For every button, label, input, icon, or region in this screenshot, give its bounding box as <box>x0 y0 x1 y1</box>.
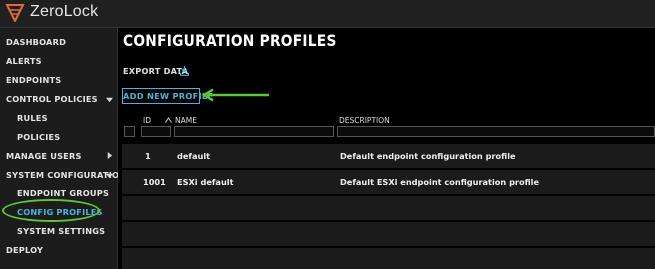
annotation-highlight-ellipse <box>2 199 100 222</box>
sidebar: DASHBOARD ALERTS ENDPOINTS CONTROL POLIC… <box>0 28 126 269</box>
page-title: CONFIGURATION PROFILES <box>123 31 337 50</box>
main-content: CONFIGURATION PROFILES EXPORT DATA ADD N… <box>118 28 655 269</box>
table-row-empty <box>122 196 655 220</box>
name-filter-input[interactable] <box>174 126 334 137</box>
sidebar-item-dashboard[interactable]: DASHBOARD <box>6 33 66 51</box>
column-header-name[interactable]: NAME <box>175 116 197 125</box>
row-name: ESXi default <box>177 177 234 187</box>
sidebar-item-manage-users[interactable]: MANAGE USERS <box>6 147 82 165</box>
sidebar-item-rules[interactable]: RULES <box>17 109 48 127</box>
app-title: ZeroLock <box>30 3 99 20</box>
sidebar-item-deploy[interactable]: DEPLOY <box>6 241 43 259</box>
add-new-profile-button[interactable]: ADD NEW PROFILE <box>122 88 213 104</box>
table-row-empty <box>122 248 655 269</box>
row-id: 1 <box>145 151 151 161</box>
top-bar: ZeroLock <box>0 0 655 28</box>
table-row[interactable]: 1 default Default endpoint configuration… <box>122 144 655 168</box>
id-filter-input[interactable] <box>141 126 171 137</box>
chevron-down-icon[interactable] <box>106 172 113 179</box>
row-id: 1001 <box>143 177 166 187</box>
description-filter-input[interactable] <box>337 126 655 137</box>
export-data-link[interactable]: EXPORT DATA <box>123 66 188 76</box>
table-row[interactable]: 1001 ESXi default Default ESXi endpoint … <box>122 170 655 194</box>
chevron-down-icon[interactable] <box>106 96 113 103</box>
zerolock-logo-icon <box>5 4 25 22</box>
download-icon[interactable] <box>180 66 189 76</box>
sort-ascending-icon[interactable] <box>165 117 172 123</box>
row-description: Default ESXi endpoint configuration prof… <box>340 177 540 187</box>
sidebar-item-alerts[interactable]: ALERTS <box>6 52 42 70</box>
sidebar-item-control-policies[interactable]: CONTROL POLICIES <box>6 90 98 108</box>
select-all-checkbox[interactable] <box>124 126 135 137</box>
chevron-right-icon[interactable] <box>106 152 113 159</box>
column-header-description[interactable]: DESCRIPTION <box>339 116 390 125</box>
sidebar-item-system-settings[interactable]: SYSTEM SETTINGS <box>17 222 105 240</box>
sidebar-item-policies[interactable]: POLICIES <box>17 128 60 146</box>
row-name: default <box>177 151 211 161</box>
table-row-empty <box>122 222 655 246</box>
annotation-arrow-icon <box>201 88 269 102</box>
row-description: Default endpoint configuration profile <box>340 151 516 161</box>
sidebar-item-endpoints[interactable]: ENDPOINTS <box>6 71 61 89</box>
column-header-id[interactable]: ID <box>143 116 151 125</box>
